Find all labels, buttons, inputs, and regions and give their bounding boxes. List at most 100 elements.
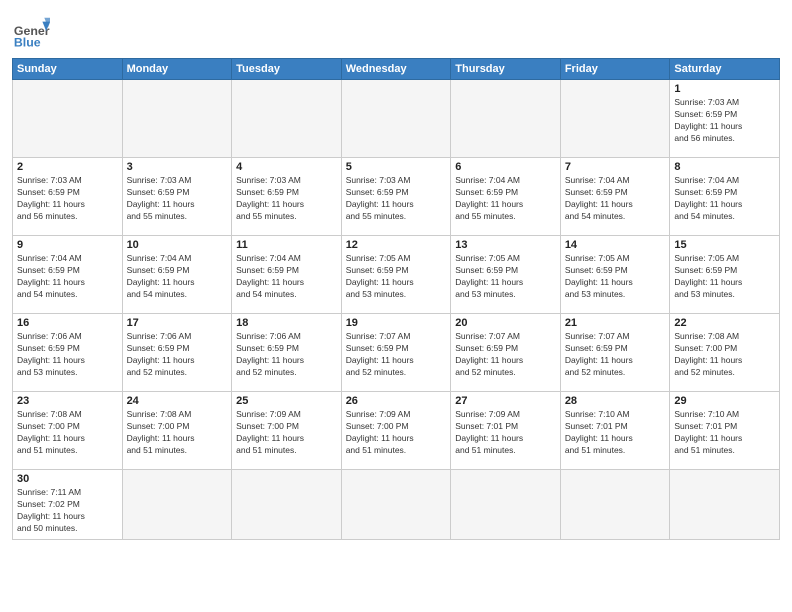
calendar-table: SundayMondayTuesdayWednesdayThursdayFrid… [12, 58, 780, 540]
calendar-cell: 24Sunrise: 7:08 AM Sunset: 7:00 PM Dayli… [122, 392, 232, 470]
calendar-cell [451, 470, 561, 540]
calendar-week-row: 1Sunrise: 7:03 AM Sunset: 6:59 PM Daylig… [13, 80, 780, 158]
day-info: Sunrise: 7:06 AM Sunset: 6:59 PM Dayligh… [127, 331, 228, 379]
day-number: 27 [455, 395, 556, 407]
calendar-cell: 4Sunrise: 7:03 AM Sunset: 6:59 PM Daylig… [232, 158, 342, 236]
weekday-header-tuesday: Tuesday [232, 59, 342, 80]
calendar-cell [122, 470, 232, 540]
day-number: 15 [674, 239, 775, 251]
day-info: Sunrise: 7:07 AM Sunset: 6:59 PM Dayligh… [455, 331, 556, 379]
day-number: 12 [346, 239, 447, 251]
day-info: Sunrise: 7:03 AM Sunset: 6:59 PM Dayligh… [17, 175, 118, 223]
day-info: Sunrise: 7:07 AM Sunset: 6:59 PM Dayligh… [565, 331, 666, 379]
day-info: Sunrise: 7:09 AM Sunset: 7:01 PM Dayligh… [455, 409, 556, 457]
calendar-cell: 30Sunrise: 7:11 AM Sunset: 7:02 PM Dayli… [13, 470, 123, 540]
day-info: Sunrise: 7:05 AM Sunset: 6:59 PM Dayligh… [346, 253, 447, 301]
calendar-cell: 14 Sunrise: 7:05 AM Sunset: 6:59 PM Dayli… [560, 236, 670, 314]
logo: General Blue [12, 14, 50, 52]
page-header: General Blue [12, 10, 780, 52]
day-info: Sunrise: 7:04 AM Sunset: 6:59 PM Dayligh… [455, 175, 556, 223]
calendar-cell [560, 470, 670, 540]
day-info: Sunrise: 7:11 AM Sunset: 7:02 PM Dayligh… [17, 487, 118, 535]
day-number: 7 [565, 161, 666, 173]
calendar-cell: 17 Sunrise: 7:06 AM Sunset: 6:59 PM Dayli… [122, 314, 232, 392]
weekday-header-thursday: Thursday [451, 59, 561, 80]
day-number: 26 [346, 395, 447, 407]
day-number: 29 [674, 395, 775, 407]
day-info: Sunrise: 7:05 AM Sunset: 6:59 PM Dayligh… [565, 253, 666, 301]
day-info: Sunrise: 7:03 AM Sunset: 6:59 PM Dayligh… [346, 175, 447, 223]
calendar-cell: 8 Sunrise: 7:04 AM Sunset: 6:59 PM Daylig… [670, 158, 780, 236]
day-info: Sunrise: 7:10 AM Sunset: 7:01 PM Dayligh… [565, 409, 666, 457]
day-number: 8 [674, 161, 775, 173]
calendar-cell: 25Sunrise: 7:09 AM Sunset: 7:00 PM Dayli… [232, 392, 342, 470]
calendar-cell: 2 Sunrise: 7:03 AM Sunset: 6:59 PM Daylig… [13, 158, 123, 236]
calendar-cell: 16 Sunrise: 7:06 AM Sunset: 6:59 PM Dayli… [13, 314, 123, 392]
day-number: 14 [565, 239, 666, 251]
day-number: 22 [674, 317, 775, 329]
calendar-cell [122, 80, 232, 158]
calendar-cell [560, 80, 670, 158]
calendar-cell [341, 470, 451, 540]
day-number: 6 [455, 161, 556, 173]
calendar-cell [670, 470, 780, 540]
day-info: Sunrise: 7:03 AM Sunset: 6:59 PM Dayligh… [674, 97, 775, 145]
weekday-header-monday: Monday [122, 59, 232, 80]
day-number: 9 [17, 239, 118, 251]
calendar-cell: 9 Sunrise: 7:04 AM Sunset: 6:59 PM Daylig… [13, 236, 123, 314]
calendar-week-row: 9 Sunrise: 7:04 AM Sunset: 6:59 PM Daylig… [13, 236, 780, 314]
day-info: Sunrise: 7:05 AM Sunset: 6:59 PM Dayligh… [455, 253, 556, 301]
day-number: 2 [17, 161, 118, 173]
day-info: Sunrise: 7:04 AM Sunset: 6:59 PM Dayligh… [127, 253, 228, 301]
logo-icon: General Blue [12, 14, 50, 52]
calendar-cell: 12 Sunrise: 7:05 AM Sunset: 6:59 PM Dayli… [341, 236, 451, 314]
day-number: 10 [127, 239, 228, 251]
calendar-cell: 27 Sunrise: 7:09 AM Sunset: 7:01 PM Dayli… [451, 392, 561, 470]
day-number: 21 [565, 317, 666, 329]
calendar-cell: 3 Sunrise: 7:03 AM Sunset: 6:59 PM Daylig… [122, 158, 232, 236]
day-number: 18 [236, 317, 337, 329]
weekday-header-row: SundayMondayTuesdayWednesdayThursdayFrid… [13, 59, 780, 80]
day-number: 23 [17, 395, 118, 407]
weekday-header-sunday: Sunday [13, 59, 123, 80]
day-info: Sunrise: 7:04 AM Sunset: 6:59 PM Dayligh… [674, 175, 775, 223]
day-info: Sunrise: 7:04 AM Sunset: 6:59 PM Dayligh… [236, 253, 337, 301]
day-info: Sunrise: 7:04 AM Sunset: 6:59 PM Dayligh… [17, 253, 118, 301]
calendar-week-row: 2 Sunrise: 7:03 AM Sunset: 6:59 PM Daylig… [13, 158, 780, 236]
day-number: 20 [455, 317, 556, 329]
calendar-week-row: 23 Sunrise: 7:08 AM Sunset: 7:00 PM Dayli… [13, 392, 780, 470]
calendar-cell: 21 Sunrise: 7:07 AM Sunset: 6:59 PM Dayli… [560, 314, 670, 392]
day-number: 3 [127, 161, 228, 173]
day-info: Sunrise: 7:05 AM Sunset: 6:59 PM Dayligh… [674, 253, 775, 301]
day-info: Sunrise: 7:09 AM Sunset: 7:00 PM Dayligh… [236, 409, 337, 457]
day-number: 11 [236, 239, 337, 251]
day-number: 28 [565, 395, 666, 407]
weekday-header-wednesday: Wednesday [341, 59, 451, 80]
day-info: Sunrise: 7:06 AM Sunset: 6:59 PM Dayligh… [236, 331, 337, 379]
day-info: Sunrise: 7:10 AM Sunset: 7:01 PM Dayligh… [674, 409, 775, 457]
day-info: Sunrise: 7:07 AM Sunset: 6:59 PM Dayligh… [346, 331, 447, 379]
calendar-cell: 6 Sunrise: 7:04 AM Sunset: 6:59 PM Daylig… [451, 158, 561, 236]
calendar-cell [232, 80, 342, 158]
calendar-cell [232, 470, 342, 540]
calendar-cell [341, 80, 451, 158]
day-info: Sunrise: 7:08 AM Sunset: 7:00 PM Dayligh… [127, 409, 228, 457]
calendar-cell: 19 Sunrise: 7:07 AM Sunset: 6:59 PM Dayli… [341, 314, 451, 392]
calendar-week-row: 16 Sunrise: 7:06 AM Sunset: 6:59 PM Dayli… [13, 314, 780, 392]
day-number: 17 [127, 317, 228, 329]
day-info: Sunrise: 7:06 AM Sunset: 6:59 PM Dayligh… [17, 331, 118, 379]
day-number: 19 [346, 317, 447, 329]
calendar-cell [451, 80, 561, 158]
calendar-cell: 18 Sunrise: 7:06 AM Sunset: 6:59 PM Dayli… [232, 314, 342, 392]
calendar-cell: 5Sunrise: 7:03 AM Sunset: 6:59 PM Daylig… [341, 158, 451, 236]
calendar-cell: 10 Sunrise: 7:04 AM Sunset: 6:59 PM Dayli… [122, 236, 232, 314]
calendar-cell: 13Sunrise: 7:05 AM Sunset: 6:59 PM Dayli… [451, 236, 561, 314]
calendar-cell: 23 Sunrise: 7:08 AM Sunset: 7:00 PM Dayli… [13, 392, 123, 470]
day-info: Sunrise: 7:03 AM Sunset: 6:59 PM Dayligh… [236, 175, 337, 223]
calendar-week-row: 30Sunrise: 7:11 AM Sunset: 7:02 PM Dayli… [13, 470, 780, 540]
day-info: Sunrise: 7:03 AM Sunset: 6:59 PM Dayligh… [127, 175, 228, 223]
calendar-cell: 11 Sunrise: 7:04 AM Sunset: 6:59 PM Dayli… [232, 236, 342, 314]
calendar-cell: 1Sunrise: 7:03 AM Sunset: 6:59 PM Daylig… [670, 80, 780, 158]
day-number: 16 [17, 317, 118, 329]
day-info: Sunrise: 7:08 AM Sunset: 7:00 PM Dayligh… [17, 409, 118, 457]
